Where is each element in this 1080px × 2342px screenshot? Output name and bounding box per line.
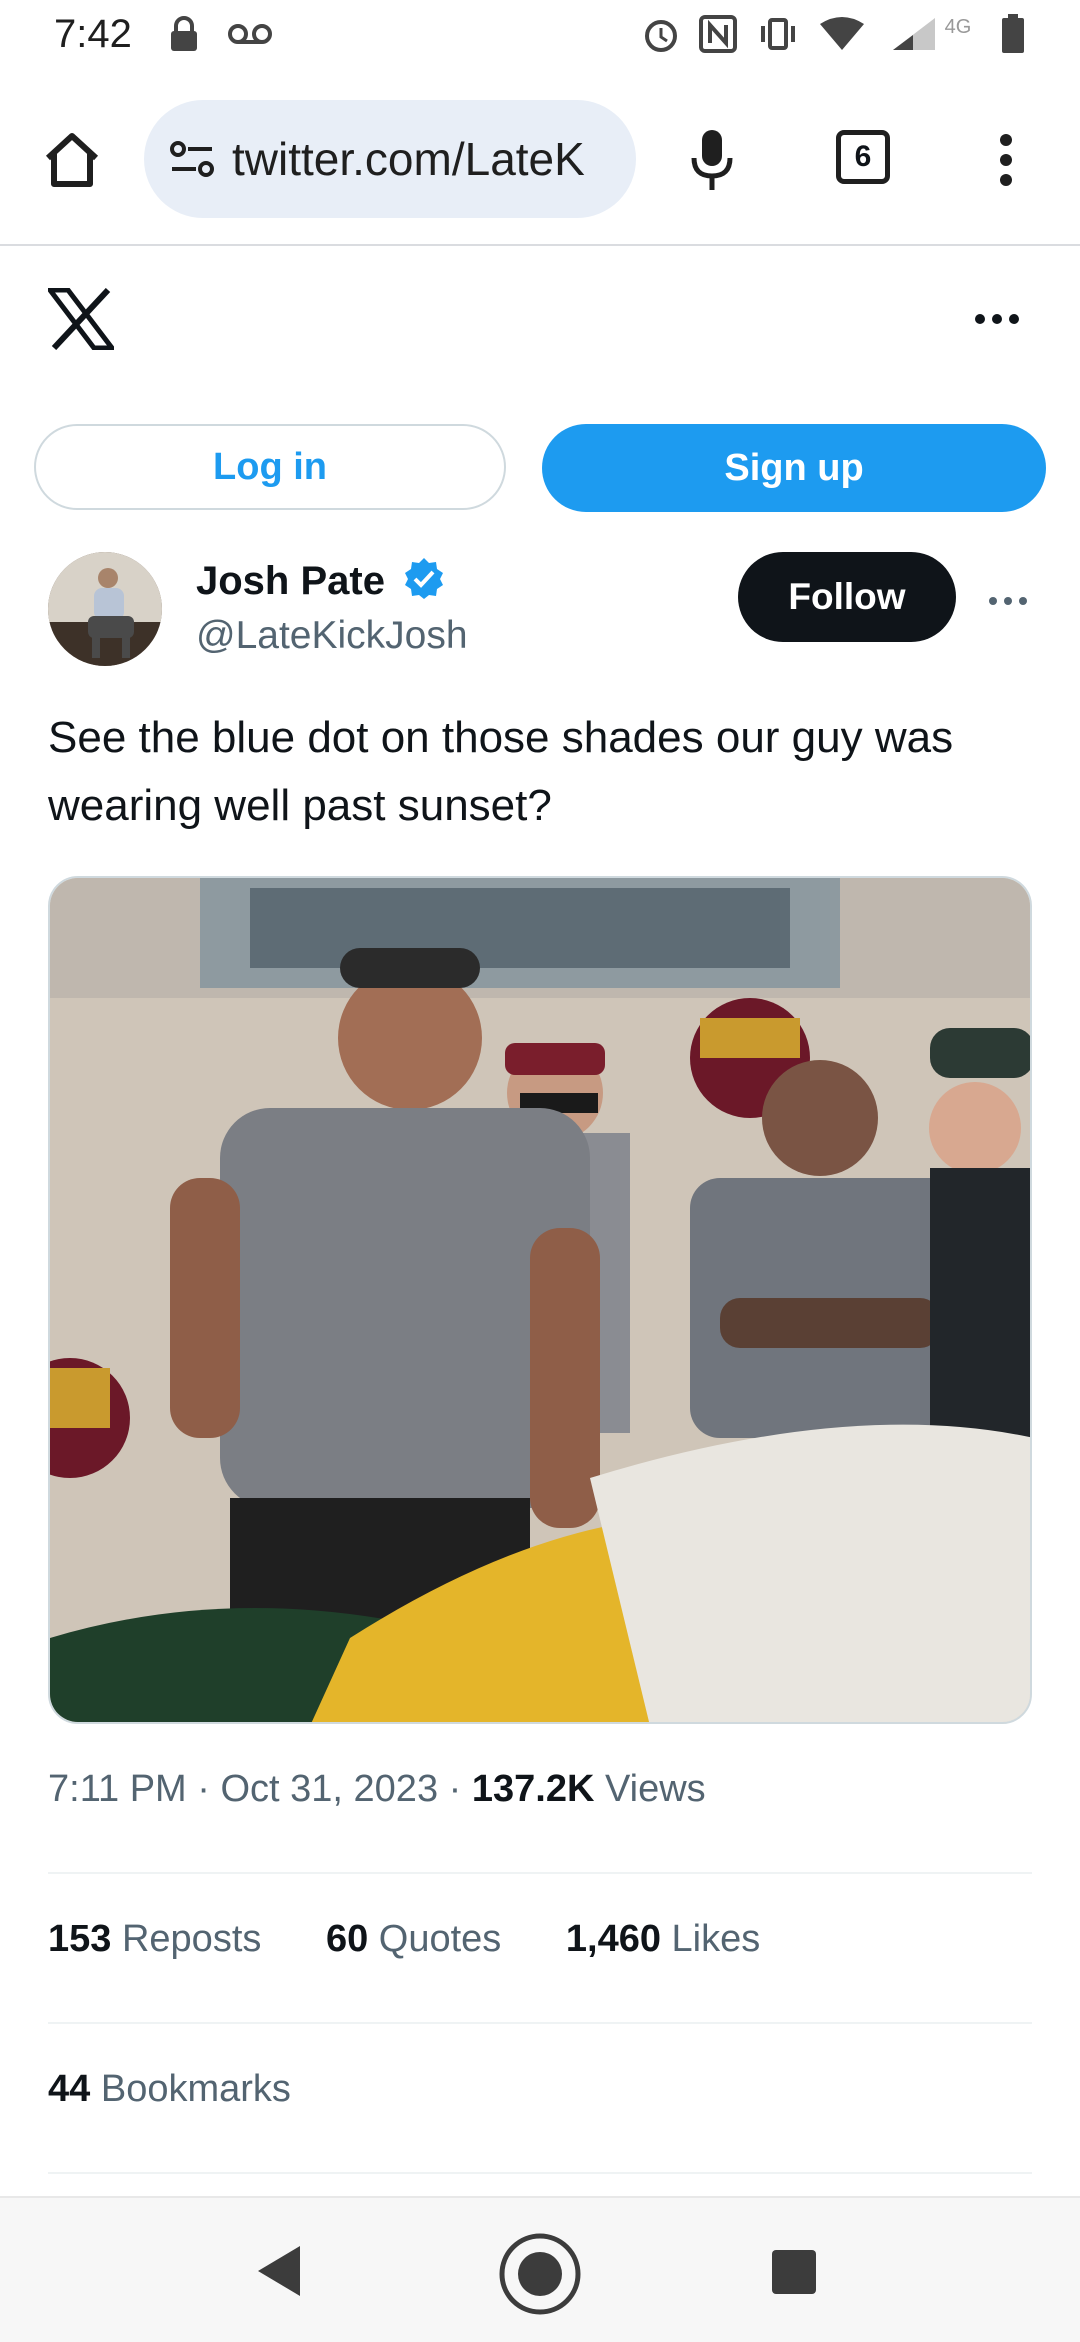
quotes-count: 60 — [325, 1918, 369, 1960]
follow-button[interactable]: Follow — [738, 552, 956, 642]
tweet-meta: 7:11 PM · Oct 31, 2023 · 137.2K Views — [48, 1768, 706, 1810]
bookmarks-stat[interactable]: 44 Bookmarks — [48, 2068, 291, 2111]
reposts-stat[interactable]: 153 Reposts — [48, 1918, 261, 1960]
back-icon[interactable] — [254, 2244, 304, 2298]
signup-button[interactable]: Sign up — [542, 424, 1046, 512]
recents-icon[interactable] — [770, 2248, 818, 2296]
tab-switcher-button[interactable]: 6 — [836, 130, 890, 184]
status-bar: 7:42 4G — [0, 0, 1080, 76]
avatar[interactable] — [48, 552, 162, 666]
tweet-date[interactable]: Oct 31, 2023 — [220, 1768, 438, 1810]
nfc-icon — [698, 14, 738, 54]
author-handle[interactable]: @LateKickJosh — [196, 614, 468, 658]
x-logo-icon[interactable] — [44, 287, 118, 351]
tweet-time[interactable]: 7:11 PM — [48, 1768, 187, 1810]
divider — [48, 1872, 1032, 1874]
status-time: 7:42 — [54, 12, 132, 56]
voicemail-icon — [226, 14, 274, 54]
reposts-count: 153 — [48, 1918, 112, 1960]
tab-count: 6 — [854, 140, 872, 173]
divider — [48, 2172, 1032, 2174]
author-name[interactable]: Josh Pate — [196, 556, 446, 610]
verified-badge-icon — [402, 556, 446, 610]
home-nav-icon[interactable] — [498, 2232, 582, 2316]
alarm-icon — [640, 14, 682, 54]
network-label: 4G — [944, 15, 972, 38]
signal-icon: 4G — [886, 14, 976, 54]
divider — [48, 2022, 1032, 2024]
author-name-text: Josh Pate — [196, 559, 385, 603]
tweet-photo[interactable] — [48, 876, 1032, 1724]
more-options-icon[interactable] — [974, 312, 1020, 324]
system-nav-bar — [0, 2196, 1080, 2342]
home-icon[interactable] — [40, 128, 104, 192]
login-button[interactable]: Log in — [34, 424, 506, 510]
tweet-text: See the blue dot on those shades our guy… — [48, 713, 954, 830]
microphone-icon[interactable] — [688, 128, 736, 192]
wifi-icon — [818, 14, 866, 54]
likes-stat[interactable]: 1,460 Likes — [566, 1918, 760, 1960]
lock-icon — [166, 14, 202, 54]
site-settings-icon[interactable] — [168, 139, 216, 179]
reposts-label: Reposts — [121, 1918, 262, 1960]
bookmarks-label: Bookmarks — [100, 2068, 291, 2110]
likes-label: Likes — [671, 1918, 761, 1960]
tweet-more-icon[interactable] — [988, 594, 1028, 606]
engagement-stats: 153 Reposts 60 Quotes 1,460 Likes — [48, 1918, 814, 1961]
url-text: twitter.com/LateK — [232, 133, 585, 185]
quotes-label: Quotes — [378, 1918, 502, 1960]
browser-menu-icon[interactable] — [996, 132, 1016, 188]
address-bar[interactable]: twitter.com/LateK — [144, 100, 636, 218]
battery-icon — [998, 14, 1028, 54]
likes-count: 1,460 — [565, 1918, 661, 1960]
bookmarks-count: 44 — [48, 2068, 91, 2110]
vibrate-icon — [756, 14, 800, 54]
quotes-stat[interactable]: 60 Quotes — [326, 1918, 501, 1960]
views-label: Views — [604, 1768, 706, 1810]
views-count: 137.2K — [471, 1768, 595, 1810]
